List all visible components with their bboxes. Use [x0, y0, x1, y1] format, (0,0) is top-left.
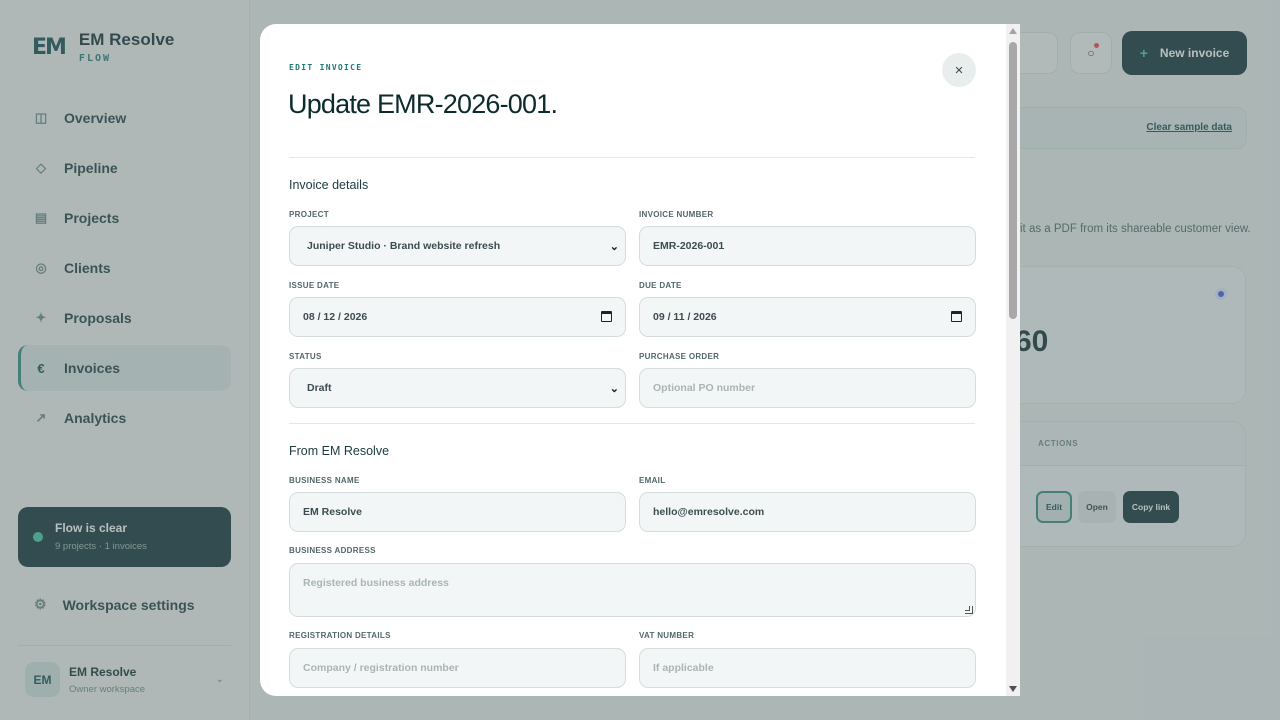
- close-icon: ×: [954, 61, 964, 79]
- divider: [289, 157, 975, 158]
- due-date-label: DUE DATE: [639, 281, 682, 290]
- business-name-value: EM Resolve: [303, 506, 362, 518]
- status-label: STATUS: [289, 352, 322, 361]
- registration-details-placeholder: Company / registration number: [303, 662, 459, 674]
- scrollbar-thumb[interactable]: [1009, 42, 1017, 319]
- purchase-order-input[interactable]: Optional PO number: [639, 368, 976, 408]
- chevron-down-icon: ⌄: [609, 241, 619, 253]
- business-address-placeholder: Registered business address: [303, 577, 449, 589]
- issue-date-label: ISSUE DATE: [289, 281, 340, 290]
- divider: [289, 423, 975, 424]
- vat-number-label: VAT NUMBER: [639, 631, 695, 640]
- registration-details-label: REGISTRATION DETAILS: [289, 631, 391, 640]
- vat-number-input[interactable]: If applicable: [639, 648, 976, 688]
- issue-date-value: 08 / 12 / 2026: [303, 311, 368, 323]
- status-value: Draft: [307, 382, 332, 394]
- business-address-label: BUSINESS ADDRESS: [289, 546, 376, 555]
- vat-number-placeholder: If applicable: [653, 662, 714, 674]
- scroll-up-arrow-icon[interactable]: [1009, 28, 1017, 34]
- due-date-value: 09 / 11 / 2026: [653, 311, 717, 323]
- issue-date-input[interactable]: 08 / 12 / 2026: [289, 297, 626, 337]
- resize-handle-icon[interactable]: [965, 606, 973, 614]
- invoice-number-input[interactable]: EMR-2026-001: [639, 226, 976, 266]
- business-name-label: BUSINESS NAME: [289, 476, 360, 485]
- modal-title: Update EMR-2026-001.: [288, 89, 558, 119]
- project-select[interactable]: Juniper Studio · Brand website refresh ⌄: [289, 226, 626, 266]
- chevron-down-icon: ⌄: [609, 383, 619, 395]
- project-value: Juniper Studio · Brand website refresh: [307, 240, 501, 252]
- scroll-down-arrow-icon[interactable]: [1009, 686, 1017, 692]
- section-title-from: From EM Resolve: [289, 444, 390, 458]
- section-title-invoice-details: Invoice details: [289, 178, 369, 192]
- modal-eyebrow: EDIT INVOICE: [289, 63, 363, 72]
- business-name-input[interactable]: EM Resolve: [289, 492, 626, 532]
- modal-scrollbar[interactable]: [1006, 24, 1020, 696]
- registration-details-input[interactable]: Company / registration number: [289, 648, 626, 688]
- purchase-order-placeholder: Optional PO number: [653, 382, 756, 394]
- project-label: PROJECT: [289, 210, 329, 219]
- email-field[interactable]: hello@emresolve.com: [639, 492, 976, 532]
- close-button[interactable]: ×: [942, 53, 976, 87]
- status-select[interactable]: Draft ⌄: [289, 368, 626, 408]
- invoice-number-value: EMR-2026-001: [653, 240, 725, 252]
- email-value: hello@emresolve.com: [653, 506, 765, 518]
- calendar-icon[interactable]: [601, 311, 612, 322]
- edit-invoice-modal: EDIT INVOICE Update EMR-2026-001. × Invo…: [260, 24, 1020, 696]
- calendar-icon[interactable]: [951, 311, 962, 322]
- business-address-textarea[interactable]: Registered business address: [289, 563, 976, 617]
- purchase-order-label: PURCHASE ORDER: [639, 352, 720, 361]
- invoice-number-label: INVOICE NUMBER: [639, 210, 714, 219]
- due-date-input[interactable]: 09 / 11 / 2026: [639, 297, 976, 337]
- email-label: EMAIL: [639, 476, 666, 485]
